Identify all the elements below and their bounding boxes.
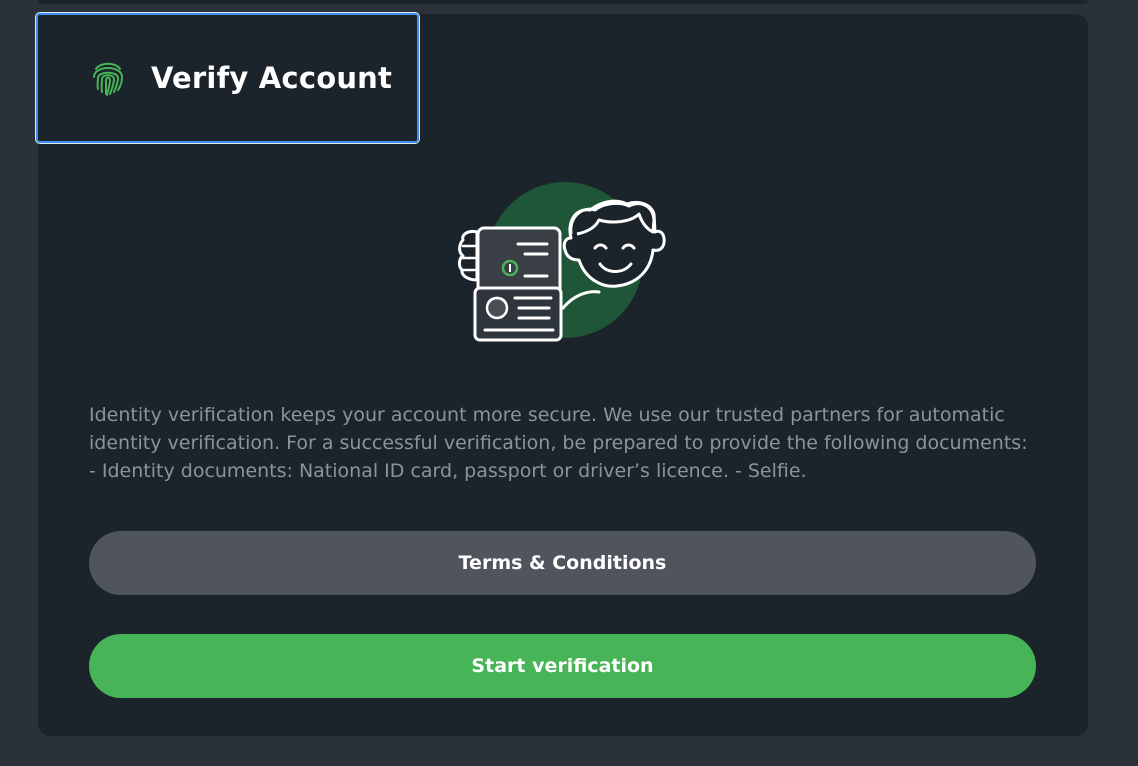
identity-verification-illustration [458,182,666,342]
previous-card-edge [38,0,1088,4]
terms-conditions-button[interactable]: Terms & Conditions [89,531,1036,595]
start-verification-button[interactable]: Start verification [89,634,1036,698]
verification-description: Identity verification keeps your account… [89,404,1028,482]
page-title: Verify Account [151,61,393,95]
fingerprint-icon [93,62,124,96]
verify-account-header[interactable]: Verify Account [35,12,420,144]
